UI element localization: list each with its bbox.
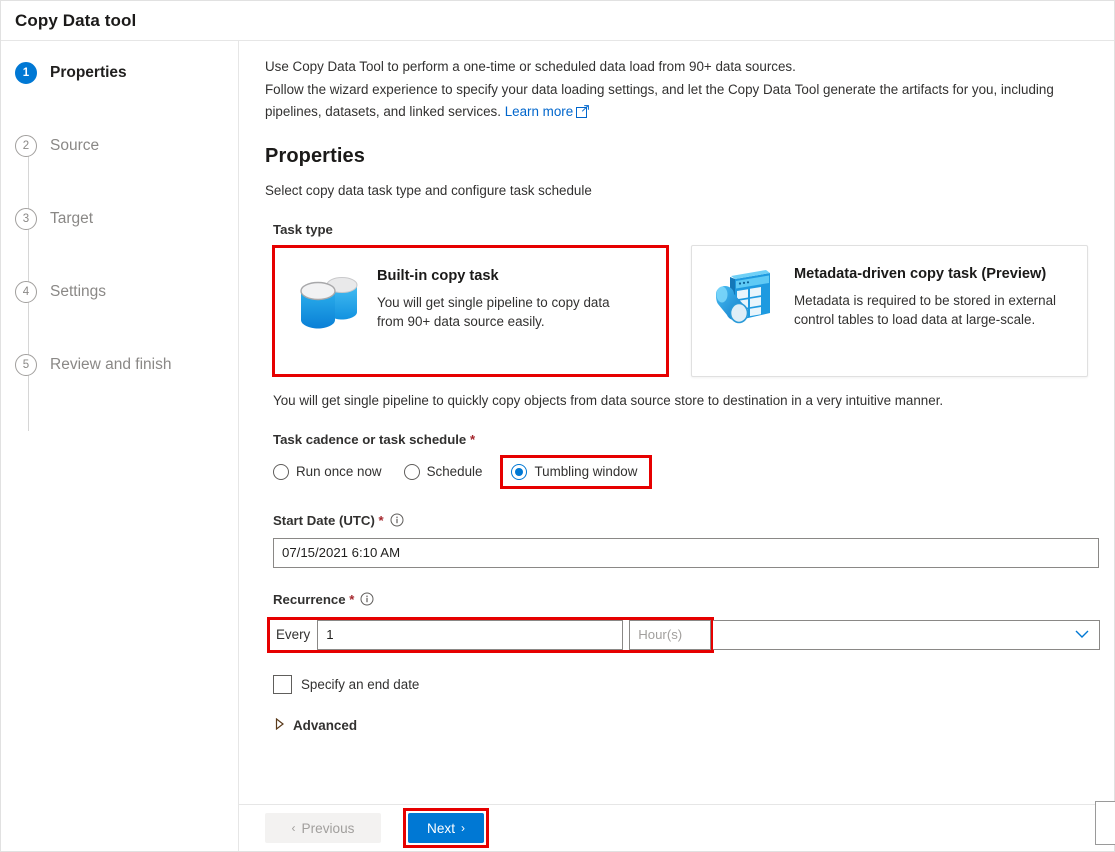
step-number-badge-5: 5 xyxy=(15,354,37,376)
task-type-card-body-metadata: Metadata-driven copy task (Preview) Meta… xyxy=(794,264,1066,329)
main-content-scroll: Use Copy Data Tool to perform a one-time… xyxy=(239,41,1114,804)
recurrence-unit-dropdown[interactable] xyxy=(713,619,1100,650)
info-icon-recurrence[interactable] xyxy=(360,592,374,609)
advanced-disclosure[interactable]: Advanced xyxy=(275,717,1100,735)
task-type-card-title-built-in: Built-in copy task xyxy=(377,267,499,284)
task-type-card-description-built-in: You will get single pipeline to copy dat… xyxy=(377,294,610,329)
chevron-down-icon xyxy=(1075,626,1089,644)
corner-partial-box xyxy=(1095,801,1115,845)
sidebar-item-properties[interactable]: 1 Properties xyxy=(15,59,238,87)
task-cadence-label-text: Task cadence or task schedule xyxy=(273,431,467,447)
sidebar-item-label-target: Target xyxy=(50,210,94,227)
start-date-label: Start Date (UTC) * xyxy=(273,513,1100,530)
external-link-icon xyxy=(576,104,590,125)
previous-button-label: Previous xyxy=(301,820,355,836)
recurrence-unit-input[interactable] xyxy=(629,619,712,650)
task-type-note: You will get single pipeline to quickly … xyxy=(273,392,944,408)
wizard-sidebar: 1 Properties 2 Source 3 Target 4 Setting… xyxy=(1,41,239,851)
recurrence-label-text: Recurrence xyxy=(273,591,346,607)
recurrence-label: Recurrence * xyxy=(273,592,1100,609)
radio-label-tumbling-window: Tumbling window xyxy=(534,464,638,479)
intro-line-2: Follow the wizard experience to specify … xyxy=(265,81,1054,97)
task-type-card-built-in-copy-task[interactable]: Built-in copy task You will get single p… xyxy=(272,244,669,377)
radio-dot-run-once-now xyxy=(273,463,289,480)
radio-tumbling-window[interactable]: Tumbling window xyxy=(500,454,653,489)
next-button-highlight-box: Next › xyxy=(403,808,489,848)
start-date-required-marker: * xyxy=(378,512,384,528)
learn-more-label: Learn more xyxy=(504,104,574,119)
task-type-card-body-built-in: Built-in copy task You will get single p… xyxy=(377,266,637,331)
radio-dot-tumbling-window xyxy=(511,463,528,480)
intro-line-3: pipelines, datasets, and linked services… xyxy=(265,102,1100,125)
task-type-label: Task type xyxy=(273,221,333,237)
start-date-input[interactable] xyxy=(273,537,1099,568)
learn-more-link[interactable]: Learn more xyxy=(505,104,573,119)
step-number-badge-2: 2 xyxy=(15,135,37,157)
sidebar-item-label-source: Source xyxy=(50,137,100,154)
sidebar-item-label-settings: Settings xyxy=(50,283,107,300)
previous-arrow-icon: ‹ xyxy=(291,821,296,835)
next-button[interactable]: Next › xyxy=(408,813,484,843)
sidebar-item-settings[interactable]: 4 Settings xyxy=(15,278,238,306)
wizard-footer: ‹ Previous Next › xyxy=(239,801,1115,851)
intro-line-3-text: pipelines, datasets, and linked services… xyxy=(265,104,501,119)
radio-label-run-once-now: Run once now xyxy=(296,464,382,479)
wizard-step-list: 1 Properties 2 Source 3 Target 4 Setting… xyxy=(1,59,238,431)
start-date-label-text: Start Date (UTC) xyxy=(273,512,375,528)
recurrence-row: Every xyxy=(267,616,1100,653)
previous-button[interactable]: ‹ Previous xyxy=(265,813,381,843)
sidebar-item-target[interactable]: 3 Target xyxy=(15,205,238,233)
task-cadence-radio-group: Run once now Schedule Tumbling window xyxy=(273,454,1100,489)
recurrence-required-marker: * xyxy=(349,591,355,607)
metadata-table-icon xyxy=(708,266,780,338)
advanced-label: Advanced xyxy=(293,718,357,733)
window-title: Copy Data tool xyxy=(15,10,137,30)
recurrence-every-label: Every xyxy=(276,627,311,642)
info-icon-start-date[interactable] xyxy=(390,513,404,530)
specify-end-date-checkbox[interactable]: Specify an end date xyxy=(273,674,1100,694)
copy-data-tool-window: Copy Data tool 1 Properties 2 Source 3 T… xyxy=(0,0,1115,852)
task-type-card-metadata-driven-copy-task[interactable]: Metadata-driven copy task (Preview) Meta… xyxy=(691,244,1088,377)
sidebar-item-review-and-finish[interactable]: 5 Review and finish xyxy=(15,351,238,379)
sidebar-item-source[interactable]: 2 Source xyxy=(15,132,238,160)
sidebar-item-label-review-and-finish: Review and finish xyxy=(50,356,172,373)
recurrence-interval-input[interactable] xyxy=(317,619,624,650)
task-type-card-group: Built-in copy task You will get single p… xyxy=(272,244,1100,377)
page-title: Properties xyxy=(265,144,365,167)
recurrence-highlight-box: Every xyxy=(267,616,715,653)
task-type-card-description-metadata: Metadata is required to be stored in ext… xyxy=(794,292,1057,327)
chevron-right-icon xyxy=(275,717,285,735)
task-cadence-required-marker: * xyxy=(469,431,476,447)
page-subtitle: Select copy data task type and configure… xyxy=(265,182,592,198)
radio-schedule[interactable]: Schedule xyxy=(403,463,483,480)
checkbox-box-specify-end-date xyxy=(273,674,292,694)
task-type-card-title-metadata: Metadata-driven copy task (Preview) xyxy=(794,265,1047,282)
next-button-label: Next xyxy=(427,820,455,836)
task-cadence-label: Task cadence or task schedule * xyxy=(273,432,1100,447)
window-body: 1 Properties 2 Source 3 Target 4 Setting… xyxy=(1,41,1115,851)
window-title-bar: Copy Data tool xyxy=(1,1,1114,41)
radio-label-schedule: Schedule xyxy=(426,464,483,479)
next-arrow-icon: › xyxy=(460,821,465,835)
radio-run-once-now[interactable]: Run once now xyxy=(273,463,382,480)
checkbox-label-specify-end-date: Specify an end date xyxy=(301,676,420,692)
radio-dot-schedule xyxy=(403,463,420,480)
intro-line-1: Use Copy Data Tool to perform a one-time… xyxy=(265,59,796,74)
main-panel: Use Copy Data Tool to perform a one-time… xyxy=(239,41,1115,851)
step-number-badge-1: 1 xyxy=(15,62,37,84)
sidebar-item-label-properties: Properties xyxy=(50,64,127,81)
databases-icon xyxy=(291,268,363,340)
step-number-badge-4: 4 xyxy=(15,281,37,303)
step-number-badge-3: 3 xyxy=(15,208,37,230)
